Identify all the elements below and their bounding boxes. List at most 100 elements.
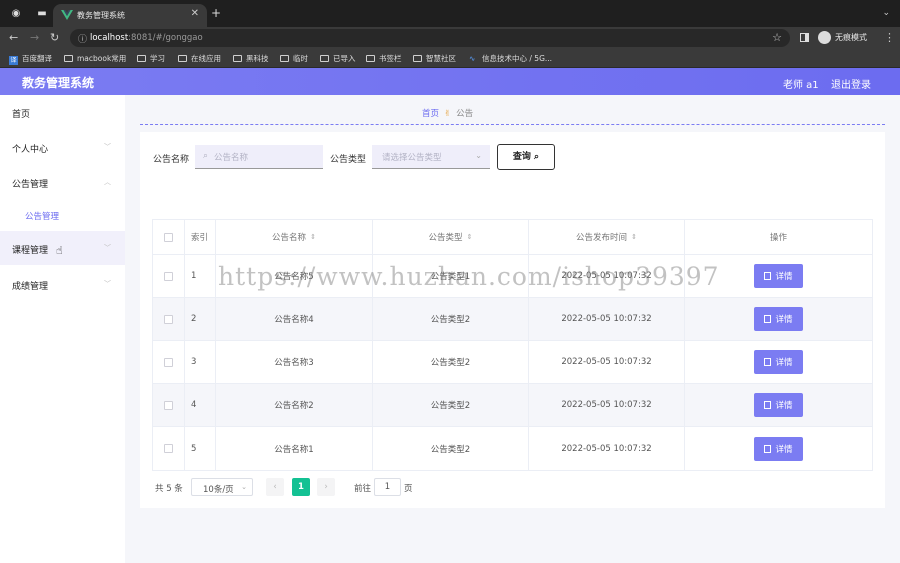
tab-strip-icon[interactable]: ▬ [36, 8, 48, 20]
bookmark-item[interactable]: macbook常用 [64, 53, 126, 64]
detail-button[interactable]: 详情 [754, 307, 803, 331]
row-checkbox[interactable] [164, 357, 173, 367]
sort-icon[interactable]: ⇕ [310, 233, 316, 241]
pointer-cursor-icon: ☝ [56, 244, 63, 257]
sidebar-item-announcements[interactable]: 公告管理 ︿ [0, 165, 125, 199]
detail-button[interactable]: 详情 [754, 436, 803, 461]
cell-index: 2 [185, 298, 216, 340]
chevron-up-icon: ︿ [104, 178, 111, 186]
sort-icon[interactable]: ⇕ [631, 233, 637, 241]
side-panel-icon[interactable] [800, 33, 809, 42]
bookmark-item[interactable]: 临时 [280, 53, 308, 64]
more-menu-icon[interactable]: ⋮ [884, 31, 895, 44]
bookmark-item[interactable]: ∿ 信息技术中心 / 5G... [469, 53, 552, 64]
browser-tab[interactable]: 教务管理系统 ✕ [53, 4, 207, 27]
next-page-button[interactable]: › [317, 478, 335, 496]
search-button[interactable]: 查询 ⌕ [497, 144, 555, 170]
sidebar-item-label: 成绩管理 [12, 282, 49, 292]
bookmark-item[interactable]: 已导入 [320, 53, 356, 64]
column-header-time[interactable]: 公告发布时间 ⇕ [529, 220, 685, 254]
document-icon [764, 444, 772, 453]
tab-close-icon[interactable]: ✕ [191, 8, 199, 19]
bookmark-item[interactable]: 黑科技 [233, 53, 269, 64]
back-icon[interactable]: ← [9, 31, 18, 45]
table-row: 4 公告名称2 公告类型2 2022-05-05 10:07:32 详情 [153, 384, 872, 427]
page-number-current[interactable]: 1 [292, 478, 310, 496]
select-placeholder: 请选择公告类型 [382, 153, 442, 163]
row-checkbox[interactable] [164, 400, 173, 410]
column-header-index: 索引 [185, 220, 216, 254]
sidebar-item-home[interactable]: 首页 [0, 95, 125, 129]
column-header-type[interactable]: 公告类型 ⇕ [373, 220, 529, 254]
chevron-down-icon[interactable]: ⌄ [882, 8, 890, 18]
breadcrumb-home[interactable]: 首页 [422, 109, 439, 119]
url-host: localhost [90, 33, 129, 43]
table-header-row: 索引 公告名称 ⇕ 公告类型 ⇕ 公告发布时间 ⇕ 操作 [153, 220, 872, 255]
cell-index: 3 [185, 341, 216, 383]
translate-icon: 译 [9, 56, 18, 65]
type-filter-label: 公告类型 [330, 155, 367, 165]
input-placeholder: 公告名称 [214, 153, 249, 163]
incognito-icon[interactable] [818, 31, 831, 44]
column-header-name[interactable]: 公告名称 ⇕ [216, 220, 373, 254]
sidebar: 首页 个人中心 ﹀ 公告管理 ︿ 公告管理 课程管理 ﹀ 成绩管理 ﹀ [0, 95, 125, 563]
forward-icon[interactable]: → [30, 31, 39, 45]
table-row: 2 公告名称4 公告类型2 2022-05-05 10:07:32 详情 [153, 298, 872, 341]
globe-icon[interactable]: ◉ [10, 8, 22, 20]
row-checkbox[interactable] [164, 314, 173, 324]
select-all-checkbox[interactable] [164, 232, 173, 242]
tab-title: 教务管理系统 [77, 11, 125, 20]
folder-icon [137, 55, 146, 62]
announcement-table: 索引 公告名称 ⇕ 公告类型 ⇕ 公告发布时间 ⇕ 操作 1 公告名称5 公告类型1 … [152, 219, 873, 471]
goto-unit: 页 [404, 484, 413, 494]
chevron-down-icon: ⌄ [241, 483, 247, 491]
cell-name: 公告名称3 [216, 341, 373, 383]
table-row: 3 公告名称3 公告类型2 2022-05-05 10:07:32 详情 [153, 341, 872, 384]
sidebar-item-label: 首页 [12, 110, 31, 120]
folder-icon [233, 55, 242, 62]
detail-button[interactable]: 详情 [754, 264, 803, 288]
folder-icon [413, 55, 422, 62]
new-tab-icon[interactable]: + [211, 7, 221, 19]
type-select[interactable]: 请选择公告类型 ⌄ [372, 145, 490, 169]
bookmarks-bar: 译百度翻译 macbook常用 学习 在线应用 黑科技 临时 已导入 书签栏 智… [0, 49, 900, 68]
cell-index: 4 [185, 384, 216, 426]
vue-logo-icon [61, 10, 73, 20]
bookmark-star-icon[interactable]: ☆ [772, 31, 782, 44]
sidebar-item-label: 个人中心 [12, 145, 49, 155]
sidebar-item-grades[interactable]: 成绩管理 ﹀ [0, 267, 125, 301]
detail-button[interactable]: 详情 [754, 350, 803, 374]
page-size-select[interactable]: 10条/页 ⌄ [191, 478, 253, 496]
search-icon: ⌕ [203, 151, 209, 161]
cell-time: 2022-05-05 10:07:32 [529, 384, 685, 426]
reload-icon[interactable]: ↻ [50, 31, 59, 45]
row-checkbox[interactable] [164, 444, 173, 453]
bookmark-item[interactable]: 在线应用 [178, 53, 221, 64]
app-title: 教务管理系统 [22, 76, 95, 90]
sidebar-subitem-announcement-manage[interactable]: 公告管理 [0, 199, 125, 229]
site-info-icon[interactable]: ⓘ [78, 32, 87, 45]
cell-name: 公告名称5 [216, 255, 373, 297]
name-filter-label: 公告名称 [153, 155, 190, 165]
bookmark-item[interactable]: 书签栏 [366, 53, 402, 64]
logout-button[interactable]: 退出登录 [831, 76, 871, 91]
divider [140, 124, 885, 125]
detail-button[interactable]: 详情 [754, 393, 803, 417]
incognito-label[interactable]: 无痕模式 [835, 32, 867, 43]
cell-type: 公告类型2 [373, 384, 529, 426]
hand-icon: ✌ [444, 109, 452, 119]
cell-index: 1 [185, 255, 216, 297]
sidebar-item-profile[interactable]: 个人中心 ﹀ [0, 130, 125, 164]
row-checkbox[interactable] [164, 271, 173, 281]
goto-page-input[interactable]: 1 [374, 478, 401, 496]
name-search-input[interactable]: ⌕ 公告名称 [195, 145, 323, 169]
folder-icon [320, 55, 329, 62]
url-field[interactable]: ⓘ localhost:8081/#/gonggao ☆ [70, 29, 790, 47]
user-name[interactable]: 老师 a1 [783, 76, 819, 91]
sort-icon[interactable]: ⇕ [467, 233, 473, 241]
folder-icon [178, 55, 187, 62]
bookmark-item[interactable]: 智慧社区 [413, 53, 456, 64]
prev-page-button[interactable]: ‹ [266, 478, 284, 496]
bookmark-item[interactable]: 译百度翻译 [9, 53, 52, 65]
bookmark-item[interactable]: 学习 [137, 53, 165, 64]
